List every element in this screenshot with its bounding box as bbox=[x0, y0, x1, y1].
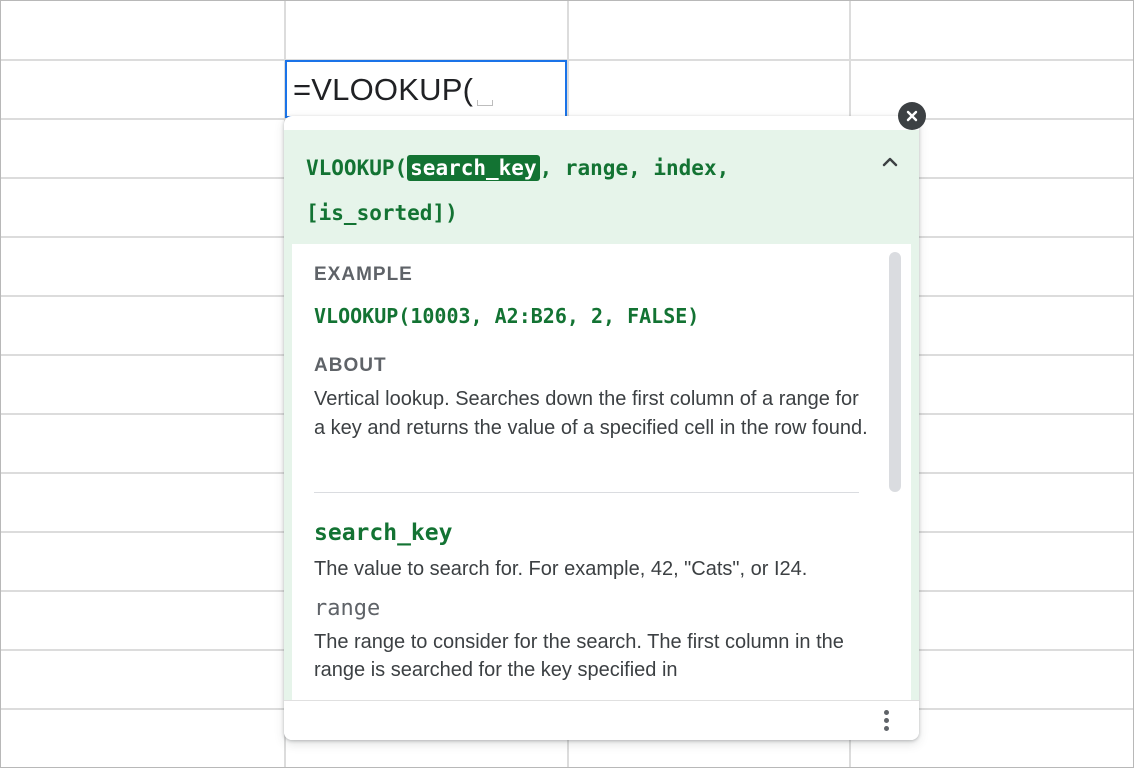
row-divider bbox=[1, 59, 1133, 61]
example-code: VLOOKUP(10003, A2:B26, 2, FALSE) bbox=[314, 304, 700, 328]
signature-active-param: search_key bbox=[407, 155, 540, 181]
help-content-scroll[interactable]: EXAMPLE VLOOKUP(10003, A2:B26, 2, FALSE)… bbox=[292, 244, 911, 707]
section-divider bbox=[314, 492, 859, 493]
signature-rest-line1: , range, index, bbox=[539, 156, 730, 180]
more-options-button[interactable] bbox=[873, 707, 899, 735]
formula-help-body: VLOOKUP(search_key, range, index, [is_so… bbox=[284, 130, 919, 707]
signature-rest-line2: [is_sorted]) bbox=[306, 201, 458, 225]
help-popup-footer bbox=[284, 700, 919, 740]
param-description-range: The range to consider for the search. Th… bbox=[314, 631, 844, 681]
close-icon bbox=[906, 110, 918, 122]
formula-input-text[interactable]: =VLOOKUP( bbox=[293, 72, 473, 108]
about-label: ABOUT bbox=[314, 355, 387, 376]
close-help-button[interactable] bbox=[898, 102, 926, 130]
collapse-help-button[interactable] bbox=[876, 148, 904, 176]
about-description: Vertical lookup. Searches down the first… bbox=[314, 388, 868, 439]
chevron-up-icon bbox=[882, 157, 898, 167]
param-name-search-key: search_key bbox=[314, 520, 453, 546]
param-description-search-key: The value to search for. For example, 42… bbox=[314, 558, 808, 580]
function-signature: VLOOKUP(search_key, range, index, [is_so… bbox=[306, 146, 826, 236]
formula-help-popup: VLOOKUP(search_key, range, index, [is_so… bbox=[284, 116, 919, 740]
argument-placeholder-marker bbox=[477, 100, 493, 106]
scrollbar-thumb[interactable] bbox=[889, 252, 901, 492]
param-name-range: range bbox=[314, 596, 381, 621]
example-label: EXAMPLE bbox=[314, 264, 413, 285]
signature-function-name: VLOOKUP( bbox=[306, 156, 408, 180]
active-cell-editor[interactable]: =VLOOKUP( bbox=[285, 60, 567, 118]
